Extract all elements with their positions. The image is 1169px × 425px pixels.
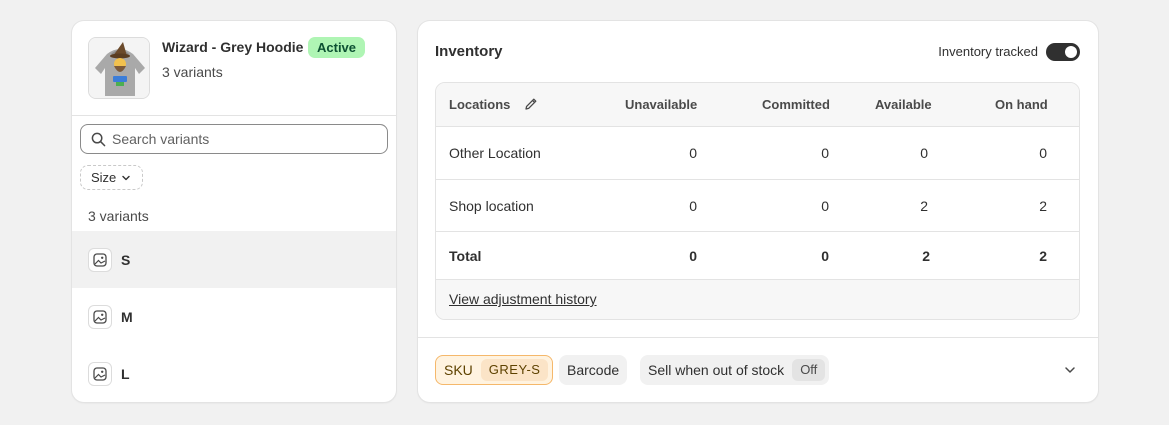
variant-row-s[interactable]: S [72, 231, 396, 288]
total-available: 2 [922, 248, 930, 264]
variants-card: Wizard - Grey Hoodie Active 3 variants S… [72, 21, 396, 402]
variant-label: S [121, 251, 131, 268]
table-header: Locations Unavailable Committed Availabl… [436, 83, 1079, 127]
hoodie-product-image [89, 38, 149, 98]
divider [418, 337, 1098, 338]
chevron-down-icon[interactable] [1062, 362, 1078, 378]
column-header-on-hand: On hand [995, 97, 1048, 112]
sell-oos-value: Off [792, 359, 826, 381]
search-icon [91, 132, 106, 146]
available-value[interactable]: 0 [868, 145, 928, 161]
size-filter-label: Size [91, 170, 117, 185]
column-header-locations: Locations [449, 97, 511, 112]
chevron-down-icon [122, 175, 130, 180]
column-header-available: Available [875, 97, 932, 112]
variant-label: M [121, 308, 133, 325]
variant-row-l[interactable]: L [72, 345, 396, 402]
table-row: Other Location 0 0 0 0 [436, 127, 1079, 180]
status-badge: Active [308, 37, 366, 58]
variants-count: 3 variants [88, 208, 149, 224]
image-placeholder-icon [88, 247, 112, 272]
column-header-unavailable: Unavailable [625, 97, 698, 112]
sku-label: SKU [444, 362, 473, 378]
view-adjustment-history-link[interactable]: View adjustment history [449, 291, 597, 307]
table-footer: View adjustment history [436, 280, 1079, 319]
search-field[interactable] [80, 124, 388, 154]
table-total-row: Total 0 0 2 2 [436, 232, 1079, 280]
image-placeholder-icon [88, 304, 112, 329]
variant-row-m[interactable]: M [72, 288, 396, 345]
total-unavailable: 0 [689, 248, 697, 264]
barcode-label: Barcode [567, 362, 620, 378]
committed-value: 0 [821, 198, 829, 214]
product-title: Wizard - Grey Hoodie [162, 39, 304, 55]
sell-when-out-of-stock-pill[interactable]: Sell when out of stock Off [640, 355, 830, 385]
variant-label: L [121, 365, 130, 382]
total-label: Total [449, 248, 482, 264]
product-thumbnail[interactable] [88, 37, 150, 99]
product-variant-count: 3 variants [162, 64, 223, 80]
inventory-title: Inventory [435, 43, 503, 60]
inventory-tracked-label: Inventory tracked [938, 44, 1038, 59]
inventory-card: Inventory Inventory tracked Locations Un… [418, 21, 1098, 402]
barcode-pill[interactable]: Barcode [559, 355, 628, 385]
available-value[interactable]: 2 [868, 198, 928, 214]
image-placeholder-icon [88, 361, 112, 386]
committed-value: 0 [821, 145, 829, 161]
sku-pill[interactable]: SKU GREY-S [435, 355, 554, 385]
inventory-table: Locations Unavailable Committed Availabl… [435, 82, 1080, 320]
total-on-hand: 2 [1039, 248, 1047, 264]
location-name: Other Location [449, 145, 541, 161]
inventory-tracked-toggle[interactable] [1046, 43, 1080, 61]
product-header: Wizard - Grey Hoodie Active 3 variants [72, 21, 396, 116]
search-input[interactable] [112, 131, 372, 147]
sku-value: GREY-S [480, 359, 549, 381]
on-hand-value[interactable]: 0 [987, 145, 1047, 161]
total-committed: 0 [821, 248, 829, 264]
size-filter-button[interactable]: Size [80, 165, 144, 190]
column-header-committed: Committed [762, 97, 830, 112]
location-name: Shop location [449, 198, 534, 214]
on-hand-value[interactable]: 2 [987, 198, 1047, 214]
table-row: Shop location 0 0 2 2 [436, 180, 1079, 232]
edit-pencil-icon[interactable] [523, 96, 539, 112]
unavailable-value[interactable]: 0 [637, 198, 697, 214]
sell-oos-label: Sell when out of stock [648, 362, 785, 378]
unavailable-value[interactable]: 0 [637, 145, 697, 161]
